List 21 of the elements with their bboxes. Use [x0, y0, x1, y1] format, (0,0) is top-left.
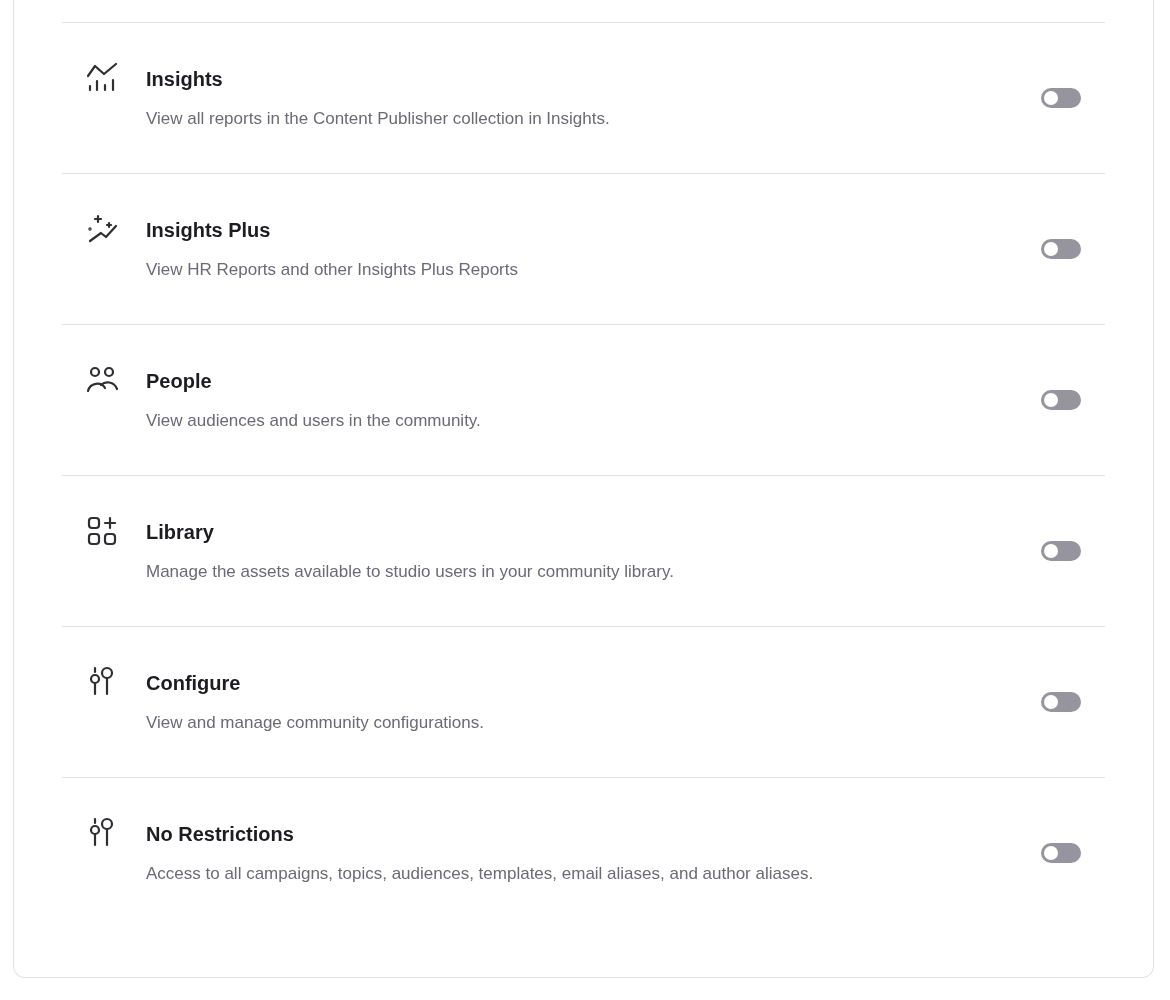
- toggle-switch[interactable]: [1041, 239, 1081, 259]
- permission-title: No Restrictions: [146, 822, 295, 847]
- toggle-switch[interactable]: [1041, 692, 1081, 712]
- permission-description: View audiences and users in the community.: [146, 410, 481, 432]
- sparkle-trend-icon: [86, 213, 118, 245]
- permission-description: Manage the assets available to studio users in your community library.: [146, 561, 674, 583]
- permission-description: Access to all campaigns, topics, audiences, templates, email aliases, and author aliases.: [146, 863, 814, 885]
- permission-description: View and manage community configurations.: [146, 712, 484, 734]
- toggle-switch[interactable]: [1041, 88, 1081, 108]
- permission-title: People: [146, 369, 213, 394]
- permission-title: Library: [146, 520, 215, 545]
- permission-title: Configure: [146, 671, 242, 696]
- toggle-switch[interactable]: [1041, 843, 1081, 863]
- permission-title: Insights: [146, 67, 224, 92]
- permission-title: Insights Plus: [146, 218, 272, 243]
- permission-description: View all reports in the Content Publisher collection in Insights.: [146, 108, 610, 130]
- grid-plus-icon: [86, 515, 118, 547]
- toggle-switch[interactable]: [1041, 390, 1081, 410]
- permission-description: View HR Reports and other Insights Plus Reports: [146, 259, 518, 281]
- chart-icon: [86, 62, 118, 94]
- toggle-switch[interactable]: [1041, 541, 1081, 561]
